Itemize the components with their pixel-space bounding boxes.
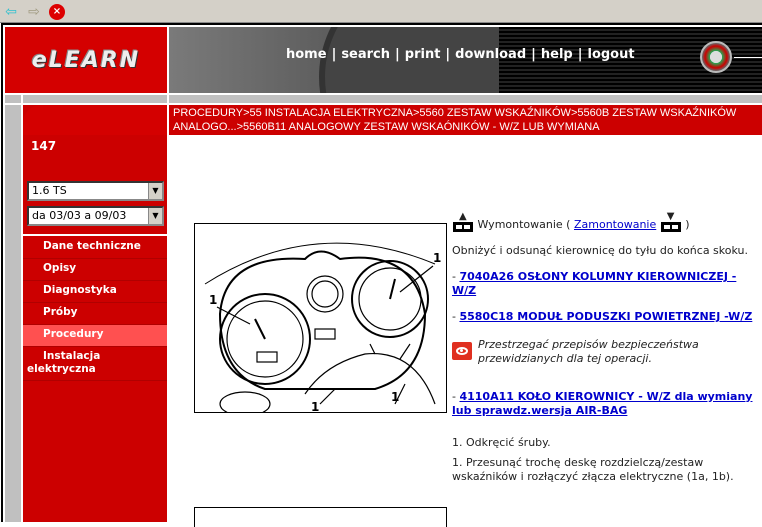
link-item: - 4110A11 KOŁO KIEROWNICY - W/Z dla wymi…: [452, 390, 753, 417]
procedure-link[interactable]: 4110A11 KOŁO KIEROWNICY - W/Z dla wymian…: [452, 390, 752, 417]
warning-text: Przestrzegać przepisów bezpieczeństwa pr…: [478, 338, 699, 365]
sidebar-top: [23, 105, 167, 135]
sidebar-item-instalacja-elektryczna[interactable]: Instalacja elektryczna: [23, 347, 167, 381]
chevron-down-icon[interactable]: ▼: [148, 183, 162, 199]
callout-label: 1: [433, 251, 441, 265]
date-select[interactable]: da 03/03 a 09/03 ▼: [27, 206, 164, 226]
nav-help[interactable]: help: [541, 47, 573, 62]
link-item: - 7040A26 OSŁONY KOLUMNY KIEROWNICZEJ - …: [452, 270, 737, 297]
callout-label: 1: [209, 293, 217, 307]
alfa-romeo-badge-icon: [700, 41, 732, 73]
breadcrumb: PROCEDURY>55 INSTALACJA ELEKTRYCZNA>5560…: [169, 105, 762, 135]
chevron-down-icon[interactable]: ▼: [148, 208, 162, 224]
sidebar-item-procedury[interactable]: Procedury: [23, 325, 167, 347]
procedure-content: ▲ Wymontowanie ( Zamontowanie ▼ ) Obniży…: [452, 212, 757, 496]
procedure-link[interactable]: 7040A26 OSŁONY KOLUMNY KIEROWNICZEJ - W/…: [452, 270, 736, 297]
install-arrow-down-icon[interactable]: ▼: [660, 212, 682, 232]
cluster-drawing: 1 1 1 1: [204, 242, 441, 413]
nav-search[interactable]: search: [341, 47, 390, 62]
engine-select-value: 1.6 TS: [32, 184, 67, 197]
nav-print[interactable]: print: [405, 47, 441, 62]
instrument-cluster-figure: 1 1 1 1: [194, 223, 447, 413]
forward-arrow-icon[interactable]: ⇨: [26, 4, 42, 20]
sidebar-item-opisy[interactable]: Opisy: [23, 259, 167, 281]
breadcrumb-line-2: ANALOGO...>5560B11 ANALOGOWY ZESTAW WSKA…: [173, 121, 600, 133]
sidebar-menu: Dane techniczne Opisy Diagnostyka Próby …: [23, 237, 167, 381]
top-nav: home | search | print | download | help | logout: [286, 47, 635, 62]
back-arrow-icon[interactable]: ⇦: [3, 4, 19, 20]
stop-icon[interactable]: ×: [49, 4, 65, 20]
sidebar-item-proby[interactable]: Próby: [23, 303, 167, 325]
nav-download[interactable]: download: [455, 47, 526, 62]
model-label: 147: [31, 139, 57, 153]
logo-text: eLEARN: [31, 47, 141, 73]
nav-home[interactable]: home: [286, 47, 327, 62]
install-link[interactable]: Zamontowanie: [574, 218, 656, 231]
close-paren: ): [685, 218, 690, 231]
breadcrumb-line-1: PROCEDURY>55 INSTALACJA ELEKTRYCZNA>5560…: [173, 107, 737, 119]
procedure-link[interactable]: 5580C18 MODUŁ PODUSZKI POWIETRZNEJ -W/Z: [459, 310, 752, 323]
safety-warning: Przestrzegać przepisów bezpieczeństwa pr…: [452, 338, 757, 366]
removal-label: Wymontowanie (: [477, 218, 571, 231]
date-select-value: da 03/03 a 09/03: [32, 209, 127, 222]
elearn-logo[interactable]: eLEARN: [5, 27, 167, 93]
browser-toolbar: ⇦ ⇨ ×: [0, 0, 762, 23]
sidebar-item-diagnostyka[interactable]: Diagnostyka: [23, 281, 167, 303]
eye-warning-icon: [452, 342, 472, 360]
callout-label: 1: [311, 400, 319, 413]
nav-logout[interactable]: logout: [587, 47, 634, 62]
removal-arrow-up-icon: ▲: [452, 212, 474, 232]
sidebar: 147 1.6 TS ▼ da 03/03 a 09/03 ▼ Dane techn…: [23, 105, 167, 522]
sidebar-item-dane-techniczne[interactable]: Dane techniczne: [23, 237, 167, 259]
step-intro: Obniżyć i odsunąć kierownicę do tyłu do …: [452, 244, 749, 257]
left-grey-column: [5, 105, 21, 522]
engine-select[interactable]: 1.6 TS ▼: [27, 181, 164, 201]
sidebar-divider: [23, 234, 167, 236]
step-1: 1. Odkręcić śruby.: [452, 436, 551, 449]
link-item: - 5580C18 MODUŁ PODUSZKI POWIETRZNEJ -W/…: [452, 310, 753, 323]
grey-strip: [5, 95, 762, 103]
step-2: 1. Przesunąć trochę deskę rozdzielczą/ze…: [452, 456, 734, 483]
callout-label: 1: [391, 390, 399, 404]
badge-line: [734, 57, 762, 58]
removal-header: ▲ Wymontowanie ( Zamontowanie ▼ ): [452, 212, 757, 232]
second-figure: [194, 507, 447, 527]
